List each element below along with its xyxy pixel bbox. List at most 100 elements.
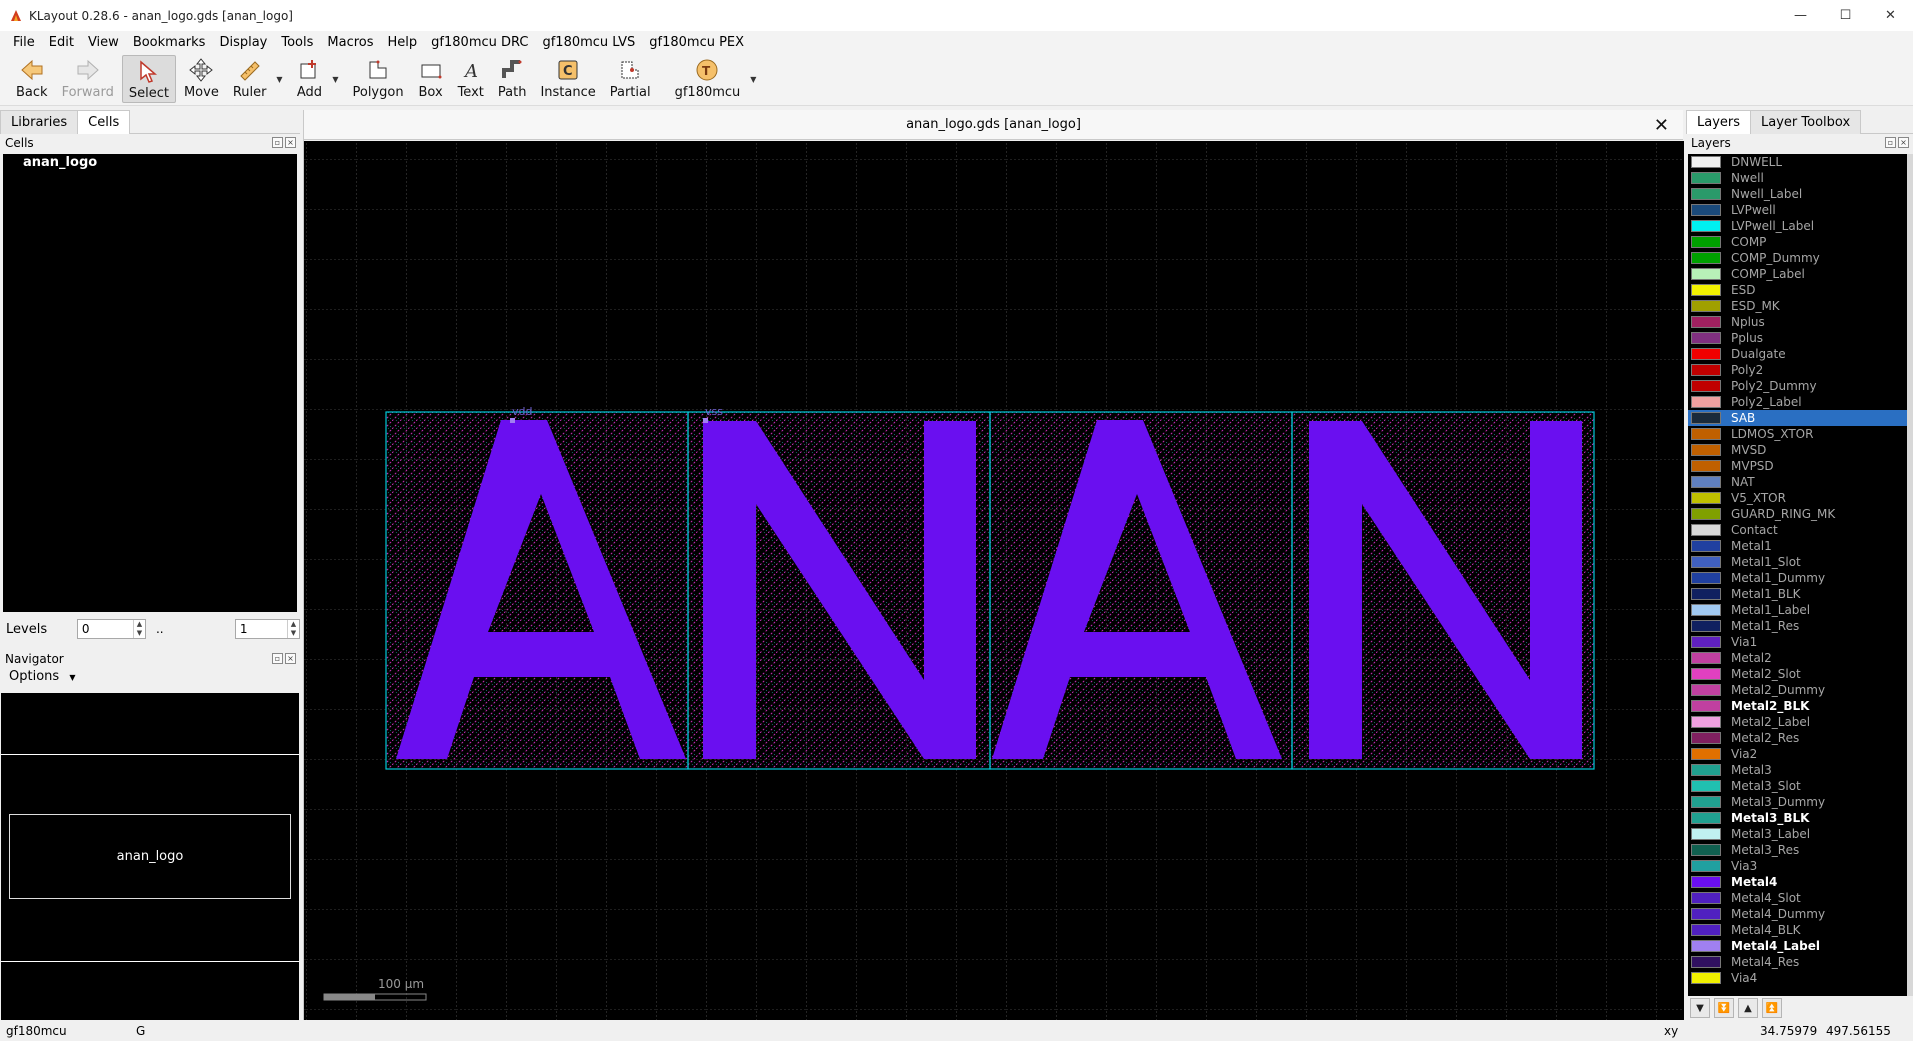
vss-text-marker[interactable]: [703, 418, 708, 423]
layer-color-swatch[interactable]: [1691, 508, 1721, 520]
layer-row[interactable]: Poly2: [1688, 362, 1910, 378]
float-icon[interactable]: ▫: [272, 653, 283, 664]
layer-row[interactable]: COMP: [1688, 234, 1910, 250]
layer-color-swatch[interactable]: [1691, 956, 1721, 968]
text-button[interactable]: A Text: [452, 55, 490, 103]
layer-color-swatch[interactable]: [1691, 172, 1721, 184]
layer-color-swatch[interactable]: [1691, 252, 1721, 264]
navigator-options-button[interactable]: Options ▼: [0, 668, 300, 686]
layer-color-swatch[interactable]: [1691, 604, 1721, 616]
layer-row[interactable]: Metal4_BLK: [1688, 922, 1910, 938]
partial-button[interactable]: Partial: [604, 55, 657, 103]
add-button[interactable]: Add: [290, 55, 328, 103]
layer-color-swatch[interactable]: [1691, 524, 1721, 536]
layer-row[interactable]: Metal2_Res: [1688, 730, 1910, 746]
box-button[interactable]: Box: [412, 55, 450, 103]
navigator-viewport-box[interactable]: anan_logo: [9, 814, 291, 899]
layer-row[interactable]: Metal2_Dummy: [1688, 682, 1910, 698]
layer-row[interactable]: Poly2_Label: [1688, 394, 1910, 410]
layer-row[interactable]: Metal1_BLK: [1688, 586, 1910, 602]
layer-row[interactable]: Contact: [1688, 522, 1910, 538]
layer-row[interactable]: Metal3_Res: [1688, 842, 1910, 858]
layer-row[interactable]: Metal3_BLK: [1688, 810, 1910, 826]
layer-color-swatch[interactable]: [1691, 780, 1721, 792]
layer-color-swatch[interactable]: [1691, 716, 1721, 728]
layer-row[interactable]: Nwell: [1688, 170, 1910, 186]
close-window-button[interactable]: ✕: [1868, 0, 1913, 31]
layer-row[interactable]: COMP_Dummy: [1688, 250, 1910, 266]
tab-layer-toolbox[interactable]: Layer Toolbox: [1750, 110, 1862, 134]
select-button[interactable]: Select: [121, 55, 176, 103]
layer-scrollbar[interactable]: [1907, 154, 1913, 996]
path-button[interactable]: Path: [492, 55, 533, 103]
menu-macros[interactable]: Macros: [320, 32, 380, 54]
layer-color-swatch[interactable]: [1691, 188, 1721, 200]
cell-tree[interactable]: anan_logo: [3, 154, 297, 612]
menu-file[interactable]: File: [6, 32, 42, 54]
layer-row[interactable]: Metal4_Slot: [1688, 890, 1910, 906]
layer-color-swatch[interactable]: [1691, 540, 1721, 552]
layer-color-swatch[interactable]: [1691, 860, 1721, 872]
tab-libraries[interactable]: Libraries: [0, 110, 79, 134]
ruler-dropdown-icon[interactable]: ▼: [274, 55, 284, 103]
layer-list[interactable]: DNWELL Nwell Nwell_Label LVPwell LVPwell_Lab…: [1688, 154, 1910, 996]
menu-tools[interactable]: Tools: [274, 32, 320, 54]
spin-arrows-icon[interactable]: ▲ ▼: [132, 620, 145, 638]
layer-row[interactable]: Metal4_Res: [1688, 954, 1910, 970]
spin-arrows-icon[interactable]: ▲ ▼: [287, 620, 299, 638]
layer-row[interactable]: Poly2_Dummy: [1688, 378, 1910, 394]
move-button[interactable]: Move: [178, 55, 225, 103]
layer-color-swatch[interactable]: [1691, 364, 1721, 376]
layer-row[interactable]: Metal4: [1688, 874, 1910, 890]
layer-row[interactable]: Metal2: [1688, 650, 1910, 666]
menu-bookmarks[interactable]: Bookmarks: [126, 32, 213, 54]
layer-color-swatch[interactable]: [1691, 972, 1721, 984]
layer-color-swatch[interactable]: [1691, 284, 1721, 296]
menu-view[interactable]: View: [81, 32, 126, 54]
layer-color-swatch[interactable]: [1691, 940, 1721, 952]
layer-color-swatch[interactable]: [1691, 588, 1721, 600]
close-icon[interactable]: ×: [285, 653, 296, 664]
layer-color-swatch[interactable]: [1691, 796, 1721, 808]
vdd-text-marker[interactable]: [510, 418, 515, 423]
layer-row[interactable]: COMP_Label: [1688, 266, 1910, 282]
menu-help[interactable]: Help: [381, 32, 425, 54]
layer-color-swatch[interactable]: [1691, 204, 1721, 216]
close-icon[interactable]: ×: [285, 137, 296, 148]
layer-color-swatch[interactable]: [1691, 652, 1721, 664]
layer-row[interactable]: Metal1_Res: [1688, 618, 1910, 634]
menu-gf180mcu-pex[interactable]: gf180mcu PEX: [642, 32, 751, 54]
layer-row[interactable]: SAB: [1688, 410, 1910, 426]
layer-color-swatch[interactable]: [1691, 844, 1721, 856]
layer-row[interactable]: Metal2_Label: [1688, 714, 1910, 730]
layer-color-swatch[interactable]: [1691, 620, 1721, 632]
layer-color-swatch[interactable]: [1691, 332, 1721, 344]
tab-cells[interactable]: Cells: [77, 110, 131, 134]
layer-row[interactable]: Nwell_Label: [1688, 186, 1910, 202]
layer-color-swatch[interactable]: [1691, 412, 1721, 424]
layer-row[interactable]: Metal4_Dummy: [1688, 906, 1910, 922]
layer-row[interactable]: V5_XTOR: [1688, 490, 1910, 506]
layer-color-swatch[interactable]: [1691, 684, 1721, 696]
layer-row[interactable]: Metal2_Slot: [1688, 666, 1910, 682]
layer-row[interactable]: Metal3_Slot: [1688, 778, 1910, 794]
layer-row[interactable]: LDMOS_XTOR: [1688, 426, 1910, 442]
layer-row[interactable]: ESD_MK: [1688, 298, 1910, 314]
polygon-button[interactable]: Polygon: [346, 55, 409, 103]
float-icon[interactable]: ▫: [1885, 137, 1896, 148]
layer-color-swatch[interactable]: [1691, 668, 1721, 680]
layer-row[interactable]: Pplus: [1688, 330, 1910, 346]
layer-row[interactable]: Nplus: [1688, 314, 1910, 330]
layer-row[interactable]: Metal3_Dummy: [1688, 794, 1910, 810]
maximize-button[interactable]: ☐: [1823, 0, 1868, 31]
layer-color-swatch[interactable]: [1691, 924, 1721, 936]
instance-button[interactable]: C Instance: [534, 55, 601, 103]
layer-color-swatch[interactable]: [1691, 476, 1721, 488]
layer-row[interactable]: Via2: [1688, 746, 1910, 762]
layer-color-swatch[interactable]: [1691, 316, 1721, 328]
layer-color-swatch[interactable]: [1691, 348, 1721, 360]
level-to-spinbox[interactable]: 1 ▲ ▼: [234, 619, 300, 639]
layer-row[interactable]: MVSD: [1688, 442, 1910, 458]
layer-row[interactable]: Via3: [1688, 858, 1910, 874]
minimize-button[interactable]: —: [1778, 0, 1823, 31]
